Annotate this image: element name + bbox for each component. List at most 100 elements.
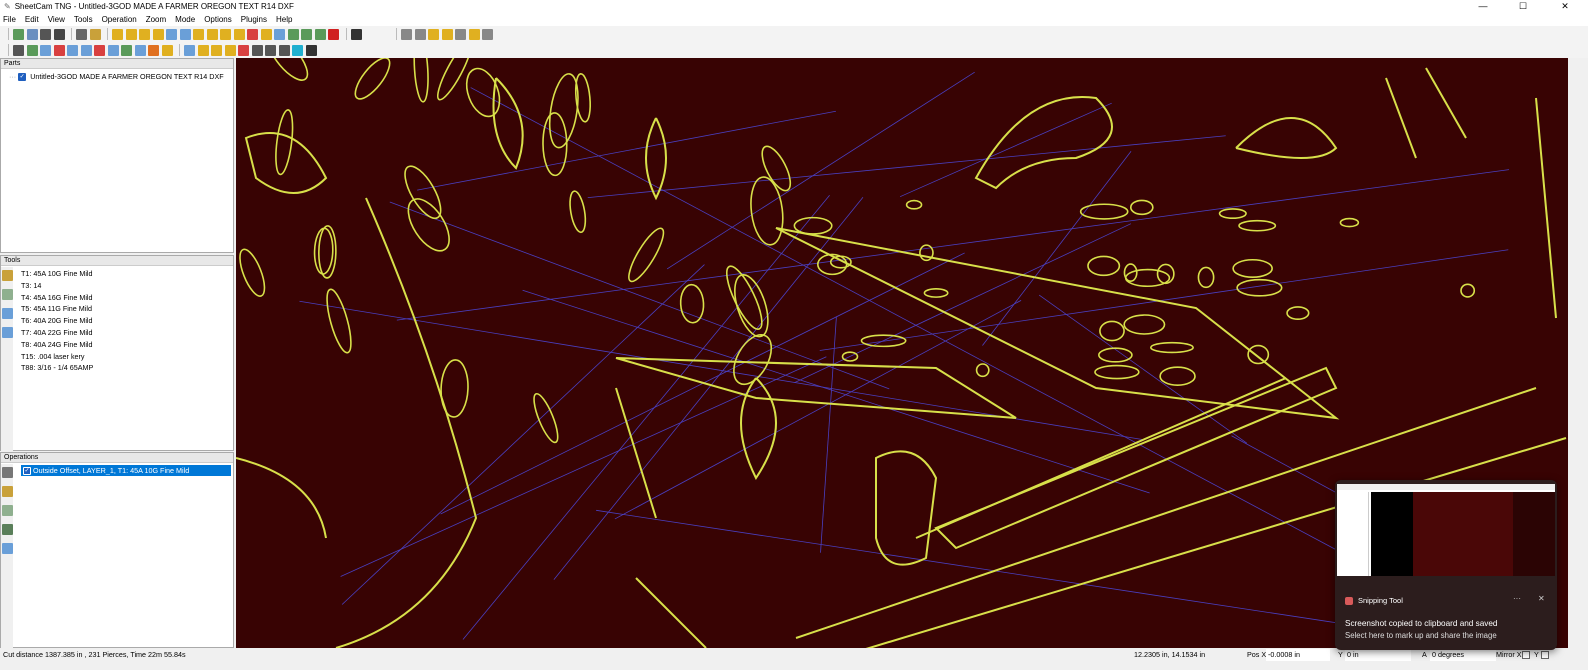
- tb1-button-icon[interactable]: [350, 28, 362, 40]
- tb2-button-icon[interactable]: [197, 44, 209, 56]
- tb2-button-icon[interactable]: [292, 44, 303, 56]
- operation-checkbox[interactable]: ✓: [23, 466, 31, 475]
- op-table-icon[interactable]: [2, 543, 13, 554]
- menu-file[interactable]: File: [3, 15, 16, 24]
- tb1-button-icon[interactable]: [206, 28, 218, 40]
- tb1-button-icon[interactable]: [468, 28, 480, 40]
- tb2-button-icon[interactable]: [53, 44, 65, 56]
- tb2-button-icon[interactable]: [238, 44, 249, 56]
- tb2-button-icon[interactable]: [211, 44, 222, 56]
- tb1-button-icon[interactable]: [13, 28, 24, 40]
- tb1-button-icon[interactable]: [482, 28, 493, 40]
- tool-item[interactable]: T4: 45A 16G Fine Mild: [21, 292, 93, 304]
- tb1-button-icon[interactable]: [166, 28, 177, 40]
- tb1-button-icon[interactable]: [220, 28, 231, 40]
- tb2-button-icon[interactable]: [278, 44, 290, 56]
- tool-item[interactable]: T15: .004 laser kery: [21, 351, 93, 363]
- tb2-button-icon[interactable]: [265, 44, 276, 56]
- pos-x-field[interactable]: -0.0008 in: [1266, 649, 1330, 661]
- tb2-button-icon[interactable]: [305, 44, 317, 56]
- tb2-button-icon[interactable]: [121, 44, 132, 56]
- tb1-button-icon[interactable]: [414, 28, 426, 40]
- tool-item[interactable]: T3: 14: [21, 280, 93, 292]
- tb1-button-icon[interactable]: [112, 28, 123, 40]
- tb2-button-icon[interactable]: [184, 44, 195, 56]
- op-drill-icon[interactable]: [2, 486, 13, 497]
- menu-options[interactable]: Options: [204, 15, 232, 24]
- tool-import-icon[interactable]: [2, 327, 13, 338]
- mirror-x-checkbox[interactable]: [1522, 651, 1530, 659]
- tb1-button-icon[interactable]: [328, 28, 339, 40]
- tool-item[interactable]: T8: 40A 24G Fine Mild: [21, 339, 93, 351]
- part-checkbox[interactable]: ✓: [18, 72, 27, 81]
- tb2-button-icon[interactable]: [251, 44, 263, 56]
- op-contour-icon[interactable]: [2, 505, 13, 516]
- tb2-button-icon[interactable]: [161, 44, 173, 56]
- part-item[interactable]: ··· ✓ Untitled-3GOD MADE A FARMER OREGON…: [1, 69, 233, 81]
- tb1-button-icon[interactable]: [441, 28, 453, 40]
- operation-item[interactable]: ✓ Outside Offset, LAYER_1, T1: 45A 10G F…: [21, 465, 231, 476]
- tb1-button-icon[interactable]: [193, 28, 204, 40]
- tb1-button-icon[interactable]: [247, 28, 258, 40]
- tb2-button-icon[interactable]: [224, 44, 236, 56]
- tb1-button-icon[interactable]: [401, 28, 412, 40]
- minimize-button[interactable]: —: [1468, 0, 1498, 13]
- tb1-button-icon[interactable]: [287, 28, 299, 40]
- tb2-button-icon[interactable]: [107, 44, 119, 56]
- vertical-scrollbar[interactable]: [1568, 58, 1588, 648]
- toast-more-button[interactable]: ···: [1513, 594, 1521, 603]
- tb1-button-icon[interactable]: [76, 28, 87, 40]
- op-edit-icon[interactable]: [2, 524, 13, 535]
- tool-item[interactable]: T5: 45A 11G Fine Mild: [21, 303, 93, 315]
- tb2-button-icon[interactable]: [13, 44, 24, 56]
- close-button[interactable]: ✕: [1550, 0, 1580, 13]
- tb1-button-icon[interactable]: [274, 28, 285, 40]
- mirror-y-checkbox[interactable]: [1541, 651, 1549, 659]
- op-add-icon[interactable]: [2, 467, 13, 478]
- menu-help[interactable]: Help: [276, 15, 292, 24]
- maximize-button[interactable]: ☐: [1508, 0, 1538, 13]
- tb2-button-icon[interactable]: [134, 44, 146, 56]
- tb1-button-icon[interactable]: [179, 28, 191, 40]
- y-field[interactable]: 0 in: [1345, 649, 1411, 661]
- tb2-button-icon[interactable]: [26, 44, 38, 56]
- menu-mode[interactable]: Mode: [175, 15, 195, 24]
- tb1-button-icon[interactable]: [233, 28, 245, 40]
- screenshot-thumbnail[interactable]: [1337, 484, 1555, 576]
- tb1-button-icon[interactable]: [89, 28, 101, 40]
- cut-shape: [1197, 266, 1215, 289]
- tool-item[interactable]: T7: 40A 22G Fine Mild: [21, 327, 93, 339]
- tb1-button-icon[interactable]: [53, 28, 65, 40]
- tb1-button-icon[interactable]: [301, 28, 312, 40]
- tool-add-icon[interactable]: [2, 270, 13, 281]
- tb2-button-icon[interactable]: [67, 44, 78, 56]
- menu-zoom[interactable]: Zoom: [146, 15, 166, 24]
- snipping-tool-notification[interactable]: Snipping Tool ··· ✕ Screenshot copied to…: [1335, 480, 1557, 650]
- tb2-button-icon[interactable]: [40, 44, 51, 56]
- menu-edit[interactable]: Edit: [25, 15, 39, 24]
- menu-tools[interactable]: Tools: [74, 15, 93, 24]
- tool-item[interactable]: T88: 3/16 - 1/4 65AMP: [21, 362, 93, 374]
- tb1-button-icon[interactable]: [26, 28, 38, 40]
- toast-close-button[interactable]: ✕: [1538, 594, 1545, 603]
- tb1-button-icon[interactable]: [40, 28, 51, 40]
- tool-table-icon[interactable]: [2, 308, 13, 319]
- menu-operation[interactable]: Operation: [102, 15, 137, 24]
- tool-item[interactable]: T6: 40A 20G Fine Mild: [21, 315, 93, 327]
- menu-plugins[interactable]: Plugins: [241, 15, 267, 24]
- tool-gcode-icon[interactable]: [2, 289, 13, 300]
- a-field[interactable]: 0 degrees: [1430, 649, 1496, 661]
- tb2-button-icon[interactable]: [148, 44, 159, 56]
- tb2-button-icon[interactable]: [94, 44, 105, 56]
- cut-summary: Cut distance 1387.385 in , 231 Pierces, …: [3, 650, 186, 659]
- tb1-button-icon[interactable]: [428, 28, 439, 40]
- tb1-button-icon[interactable]: [260, 28, 272, 40]
- tb1-button-icon[interactable]: [125, 28, 137, 40]
- tb1-button-icon[interactable]: [139, 28, 150, 40]
- tb1-button-icon[interactable]: [314, 28, 326, 40]
- tb1-button-icon[interactable]: [455, 28, 466, 40]
- tb1-button-icon[interactable]: [152, 28, 164, 40]
- menu-view[interactable]: View: [48, 15, 65, 24]
- tb2-button-icon[interactable]: [80, 44, 92, 56]
- tool-item[interactable]: T1: 45A 10G Fine Mild: [21, 268, 93, 280]
